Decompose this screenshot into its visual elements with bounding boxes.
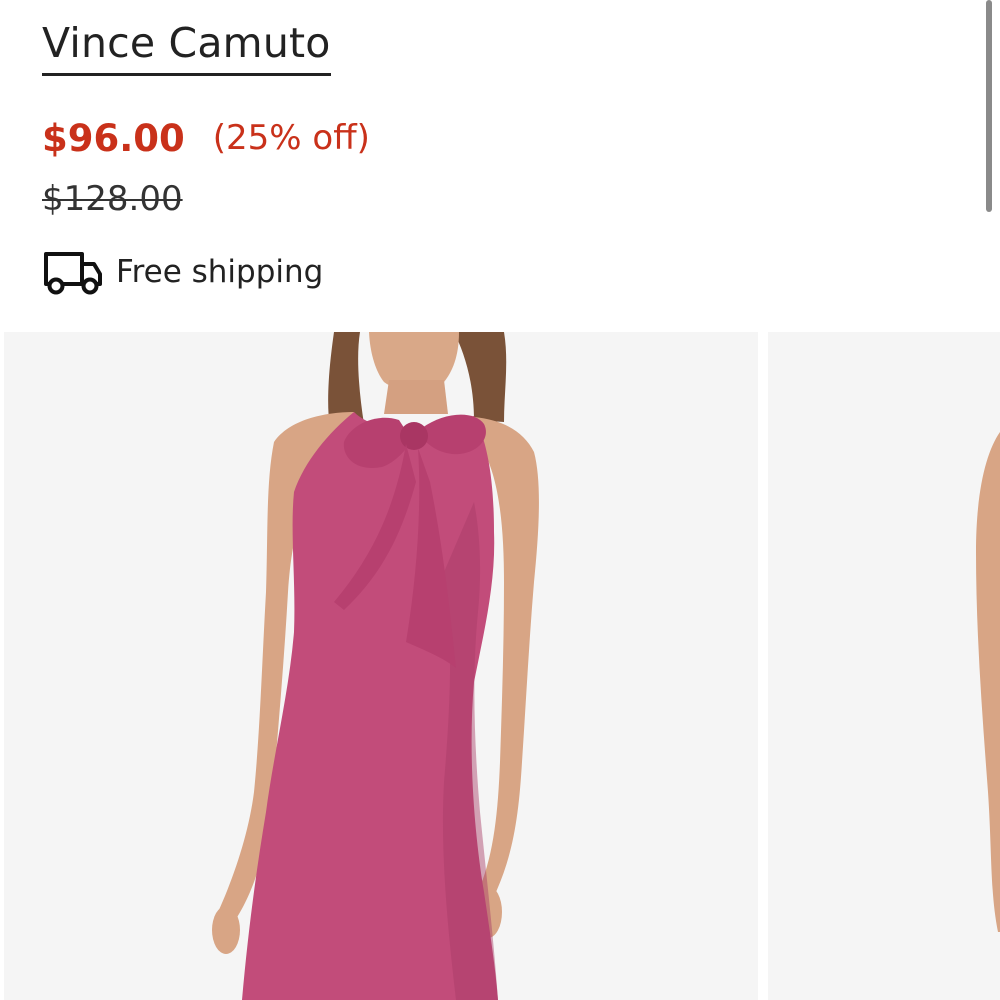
product-image-1[interactable] (4, 332, 758, 1000)
product-page: Vince Camuto $96.00 (25% off) $128.00 Fr… (0, 0, 1000, 1000)
scrollbar[interactable] (986, 0, 992, 212)
image-gallery[interactable] (0, 332, 1000, 1000)
original-price: $128.00 (42, 179, 183, 219)
brand-link[interactable]: Vince Camuto (42, 16, 331, 76)
dress-alternate-image (768, 332, 1000, 1000)
discount-label: (25% off) (212, 118, 370, 158)
dress-front-image (4, 332, 758, 1000)
truck-icon (44, 252, 102, 295)
price-row: $96.00 (25% off) (42, 110, 370, 166)
product-image-2[interactable] (768, 332, 1000, 1000)
shipping-text: Free shipping (116, 254, 324, 290)
shipping-info: Free shipping (42, 246, 323, 298)
sale-price: $96.00 (42, 116, 185, 160)
